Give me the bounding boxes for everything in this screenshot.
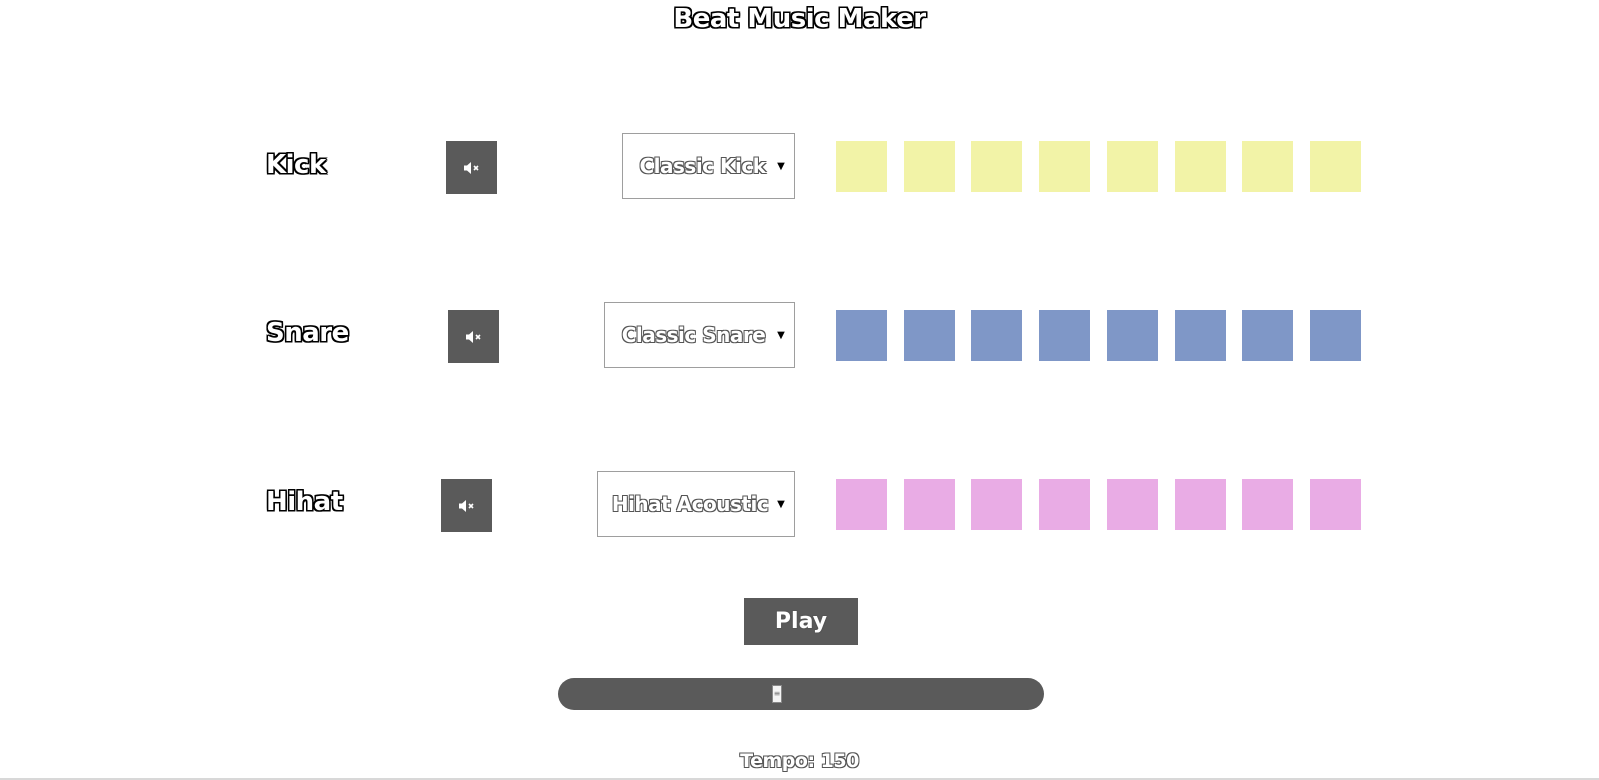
play-button[interactable]: Play: [744, 598, 858, 645]
track-label-snare: Snare: [266, 318, 349, 348]
mute-button-snare[interactable]: [448, 310, 499, 363]
pad-hihat-1[interactable]: [836, 479, 887, 530]
sound-select-hihat[interactable]: Hihat Acoustic ▼: [597, 471, 795, 537]
track-label-kick: Kick: [266, 150, 326, 180]
beat-maker-page: Beat Music Maker Kick Classic Kick ▼ Sna…: [0, 0, 1599, 780]
pad-hihat-8[interactable]: [1310, 479, 1361, 530]
pad-kick-8[interactable]: [1310, 141, 1361, 192]
sound-select-value-kick: Classic Kick: [639, 154, 766, 178]
speaker-mute-icon: [458, 499, 474, 512]
pad-kick-2[interactable]: [904, 141, 955, 192]
pad-snare-8[interactable]: [1310, 310, 1361, 361]
pad-hihat-3[interactable]: [971, 479, 1022, 530]
pad-hihat-4[interactable]: [1039, 479, 1090, 530]
pad-kick-4[interactable]: [1039, 141, 1090, 192]
caret-down-icon: ▼: [777, 329, 785, 341]
pad-kick-7[interactable]: [1242, 141, 1293, 192]
sound-select-snare[interactable]: Classic Snare ▼: [604, 302, 795, 368]
caret-down-icon: ▼: [777, 498, 785, 510]
sound-select-value-hihat: Hihat Acoustic: [611, 492, 769, 516]
pad-kick-1[interactable]: [836, 141, 887, 192]
pad-snare-1[interactable]: [836, 310, 887, 361]
pad-hihat-5[interactable]: [1107, 479, 1158, 530]
pad-kick-5[interactable]: [1107, 141, 1158, 192]
sound-select-kick[interactable]: Classic Kick ▼: [622, 133, 795, 199]
pad-kick-3[interactable]: [971, 141, 1022, 192]
pad-snare-7[interactable]: [1242, 310, 1293, 361]
tempo-slider-thumb[interactable]: ≡: [772, 685, 782, 703]
caret-down-icon: ▼: [777, 160, 785, 172]
tempo-readout: Tempo: 150: [740, 750, 859, 772]
pad-snare-5[interactable]: [1107, 310, 1158, 361]
pad-snare-6[interactable]: [1175, 310, 1226, 361]
app-title: Beat Music Maker: [673, 4, 926, 34]
pad-kick-6[interactable]: [1175, 141, 1226, 192]
pad-snare-2[interactable]: [904, 310, 955, 361]
pad-hihat-6[interactable]: [1175, 479, 1226, 530]
pad-snare-4[interactable]: [1039, 310, 1090, 361]
track-label-hihat: Hihat: [266, 487, 343, 517]
speaker-mute-icon: [465, 330, 481, 343]
pad-hihat-2[interactable]: [904, 479, 955, 530]
tempo-slider[interactable]: ≡: [558, 678, 1044, 710]
mute-button-hihat[interactable]: [441, 479, 492, 532]
speaker-mute-icon: [463, 161, 479, 174]
sound-select-value-snare: Classic Snare: [621, 323, 766, 347]
pad-hihat-7[interactable]: [1242, 479, 1293, 530]
mute-button-kick[interactable]: [446, 141, 497, 194]
pad-snare-3[interactable]: [971, 310, 1022, 361]
